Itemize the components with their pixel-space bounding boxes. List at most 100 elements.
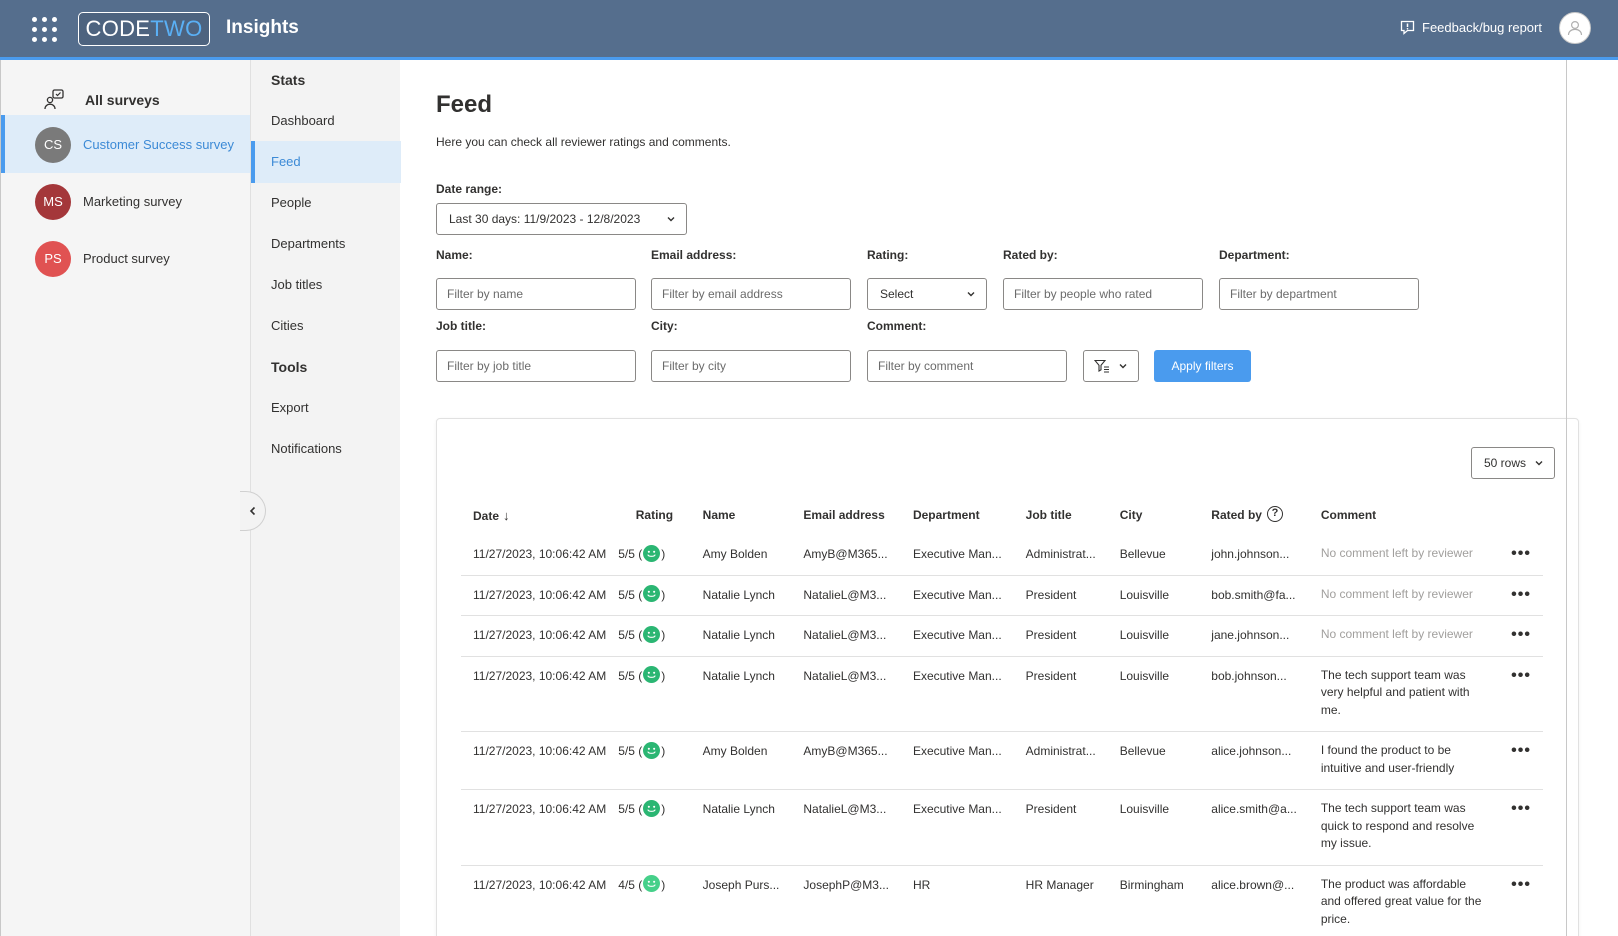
more-options-icon[interactable]: ••• bbox=[1511, 876, 1531, 893]
rows-per-page-select[interactable]: 50 rows bbox=[1471, 447, 1555, 479]
cell-date: 11/27/2023, 10:06:42 AM bbox=[461, 535, 619, 576]
name-filter-input[interactable] bbox=[436, 278, 636, 310]
rows-per-page-value: 50 rows bbox=[1484, 456, 1527, 470]
feedback-button[interactable]: Feedback/bug report bbox=[1399, 19, 1542, 36]
nav-item-export[interactable]: Export bbox=[251, 387, 401, 429]
top-bar: CODETWO Insights Feedback/bug report bbox=[0, 0, 1618, 60]
cell-date: 11/27/2023, 10:06:42 AM bbox=[461, 731, 619, 790]
comment-filter-input[interactable] bbox=[867, 350, 1067, 382]
column-header-actions bbox=[1499, 495, 1543, 535]
nav-item-people[interactable]: People bbox=[251, 182, 401, 224]
table-row[interactable]: 11/27/2023, 10:06:42 AM 5/5 () Natalie Lyn… bbox=[461, 615, 1543, 657]
app-launcher-icon[interactable] bbox=[32, 17, 58, 43]
cell-city: Bellevue bbox=[1107, 535, 1200, 576]
table-row[interactable]: 11/27/2023, 10:06:42 AM 5/5 () Natalie Lyn… bbox=[461, 789, 1543, 866]
nav-item-job-titles[interactable]: Job titles bbox=[251, 264, 401, 306]
rated-by-filter-input[interactable] bbox=[1003, 278, 1203, 310]
filter-options-button[interactable] bbox=[1083, 350, 1139, 382]
column-header-email[interactable]: Email address bbox=[791, 495, 901, 535]
column-header-comment[interactable]: Comment bbox=[1309, 495, 1499, 535]
survey-name: Customer Success survey bbox=[83, 137, 234, 152]
cell-email: NatalieL@M3... bbox=[791, 789, 901, 866]
nav-item-cities[interactable]: Cities bbox=[251, 305, 401, 347]
cell-rated-by: jane.johnson... bbox=[1199, 615, 1309, 657]
column-header-city[interactable]: City bbox=[1108, 495, 1200, 535]
survey-item-marketing[interactable]: MS Marketing survey bbox=[1, 172, 251, 230]
feedback-icon bbox=[1400, 20, 1415, 35]
rating-value: 5/5 bbox=[618, 802, 635, 816]
cell-date: 11/27/2023, 10:06:42 AM bbox=[461, 656, 619, 732]
nav-item-dashboard[interactable]: Dashboard bbox=[251, 100, 401, 142]
date-range-value: Last 30 days: 11/9/2023 - 12/8/2023 bbox=[449, 212, 641, 226]
table-row[interactable]: 11/27/2023, 10:06:42 AM 5/5 () Natalie Lyn… bbox=[461, 575, 1543, 616]
table-row[interactable]: 11/27/2023, 10:06:42 AM 5/5 () Amy Bolden A… bbox=[461, 731, 1543, 790]
nav-item-notifications[interactable]: Notifications bbox=[251, 428, 401, 470]
cell-rating: 5/5 () bbox=[618, 575, 691, 616]
table-row[interactable]: 11/27/2023, 10:06:42 AM 5/5 () Natalie Lyn… bbox=[461, 656, 1543, 732]
rating-value: 5/5 bbox=[618, 628, 635, 642]
more-options-icon[interactable]: ••• bbox=[1511, 667, 1531, 684]
column-header-department[interactable]: Department bbox=[901, 495, 1014, 535]
survey-item-customer-success[interactable]: CS Customer Success survey bbox=[1, 115, 251, 173]
cell-email: NatalieL@M3... bbox=[791, 656, 901, 732]
survey-item-product[interactable]: PS Product survey bbox=[1, 229, 251, 287]
survey-name: Marketing survey bbox=[83, 194, 182, 209]
cell-name: Amy Bolden bbox=[690, 535, 792, 576]
more-options-icon[interactable]: ••• bbox=[1511, 800, 1531, 817]
city-filter-label: City: bbox=[651, 319, 678, 333]
nav-item-feed[interactable]: Feed bbox=[251, 141, 401, 183]
column-header-date[interactable]: Date ↓ bbox=[461, 495, 618, 535]
table-row[interactable]: 11/27/2023, 10:06:42 AM 4/5 () Joseph Purs… bbox=[461, 865, 1543, 936]
more-options-icon[interactable]: ••• bbox=[1511, 742, 1531, 759]
cell-city: Birmingham bbox=[1107, 865, 1200, 936]
smiley-icon bbox=[643, 666, 661, 684]
cell-rated-by: bob.smith@fa... bbox=[1199, 575, 1309, 616]
more-options-icon[interactable]: ••• bbox=[1511, 626, 1531, 643]
table-row[interactable]: 11/27/2023, 10:06:42 AM 5/5 () Amy Bolden A… bbox=[461, 535, 1543, 576]
cell-city: Louisville bbox=[1107, 789, 1200, 866]
cell-department: Executive Man... bbox=[900, 615, 1014, 657]
more-options-icon[interactable]: ••• bbox=[1511, 586, 1531, 603]
column-header-rating[interactable]: Rating bbox=[618, 495, 690, 535]
apply-filters-button[interactable]: Apply filters bbox=[1154, 350, 1251, 382]
email-filter-label: Email address: bbox=[651, 248, 737, 262]
main-content: Feed Here you can check all reviewer rat… bbox=[400, 60, 1618, 936]
sort-descending-icon: ↓ bbox=[503, 507, 510, 523]
cell-comment: No comment left by reviewer bbox=[1308, 615, 1500, 657]
help-icon[interactable]: ? bbox=[1266, 506, 1283, 523]
table-header-row: Date ↓ Rating Name Email address Departme… bbox=[461, 495, 1543, 535]
date-range-select[interactable]: Last 30 days: 11/9/2023 - 12/8/2023 bbox=[436, 203, 687, 235]
survey-avatar: CS bbox=[35, 127, 71, 163]
cell-rating: 5/5 () bbox=[618, 789, 691, 866]
more-options-icon[interactable]: ••• bbox=[1511, 545, 1531, 562]
nav-heading-stats: Stats bbox=[271, 72, 306, 88]
job-title-filter-label: Job title: bbox=[436, 319, 486, 333]
cell-actions: ••• bbox=[1499, 656, 1543, 732]
cell-job-title: President bbox=[1013, 575, 1108, 616]
cell-email: NatalieL@M3... bbox=[791, 615, 901, 657]
nav-item-departments[interactable]: Departments bbox=[251, 223, 401, 265]
column-header-job-title[interactable]: Job title bbox=[1014, 495, 1108, 535]
cell-department: HR bbox=[900, 865, 1014, 936]
nav-heading-tools: Tools bbox=[271, 359, 308, 375]
cell-actions: ••• bbox=[1499, 731, 1543, 790]
codetwo-logo[interactable]: CODETWO bbox=[78, 12, 210, 46]
cell-rating: 5/5 () bbox=[618, 656, 691, 732]
department-filter-input[interactable] bbox=[1219, 278, 1419, 310]
job-title-filter-input[interactable] bbox=[436, 350, 636, 382]
smiley-icon bbox=[643, 585, 661, 603]
user-avatar[interactable] bbox=[1559, 12, 1591, 44]
cell-email: AmyB@M365... bbox=[791, 731, 901, 790]
surveys-icon bbox=[44, 89, 64, 110]
column-header-rated-by[interactable]: Rated by? bbox=[1199, 495, 1309, 535]
city-filter-input[interactable] bbox=[651, 350, 851, 382]
cell-rated-by: bob.johnson... bbox=[1199, 656, 1309, 732]
smiley-icon bbox=[643, 799, 661, 817]
cell-email: AmyB@M365... bbox=[791, 535, 901, 576]
cell-rated-by: john.johnson... bbox=[1199, 535, 1309, 576]
survey-name: Product survey bbox=[83, 251, 170, 266]
email-filter-input[interactable] bbox=[651, 278, 851, 310]
column-header-name[interactable]: Name bbox=[691, 495, 792, 535]
rating-filter-select[interactable]: Select bbox=[867, 278, 987, 310]
cell-department: Executive Man... bbox=[900, 789, 1014, 866]
